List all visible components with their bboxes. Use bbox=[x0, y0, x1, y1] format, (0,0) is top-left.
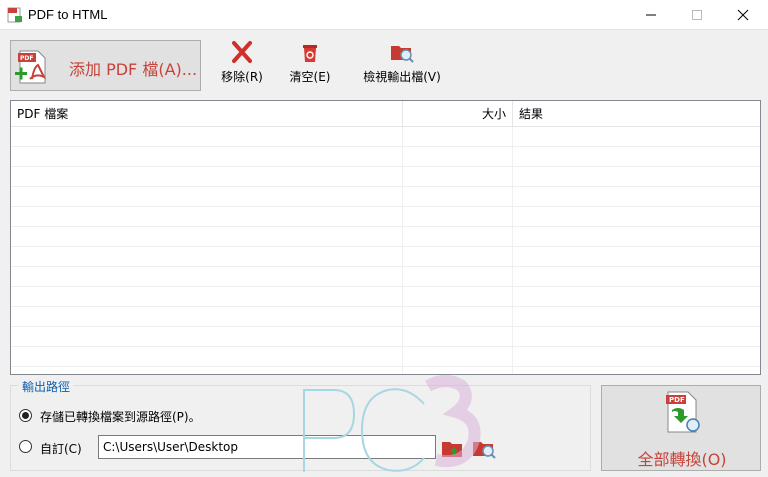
convert-pdf-icon: PDF bbox=[666, 391, 700, 433]
column-header-size[interactable]: 大小 bbox=[402, 101, 512, 127]
remove-icon bbox=[232, 41, 252, 63]
file-list[interactable]: PDF 檔案 大小 結果 bbox=[10, 100, 761, 375]
source-path-label[interactable]: 存儲已轉換檔案到源路徑(P)。 bbox=[40, 408, 201, 425]
pc3-watermark bbox=[303, 375, 481, 472]
empty-row bbox=[11, 327, 760, 347]
add-pdf-icon: PDF bbox=[15, 50, 47, 84]
empty-row bbox=[11, 287, 760, 307]
empty-row bbox=[11, 227, 760, 247]
empty-row bbox=[11, 147, 760, 167]
maximize-icon bbox=[692, 10, 702, 20]
recycle-bin-icon bbox=[303, 45, 317, 62]
toolbar: PDF 添加 PDF 檔(A)... 移除(R) 清空(E) 檢視輸出檔(V) bbox=[0, 31, 768, 97]
clear-button[interactable]: 清空(E) bbox=[286, 40, 334, 85]
minimize-button[interactable] bbox=[628, 0, 674, 30]
column-header-pdf-file[interactable]: PDF 檔案 bbox=[11, 101, 402, 127]
custom-path-radio[interactable] bbox=[19, 440, 32, 453]
clear-label: 清空(E) bbox=[289, 70, 331, 84]
empty-row bbox=[11, 267, 760, 287]
source-path-radio[interactable] bbox=[19, 409, 32, 422]
folder-search-icon bbox=[391, 46, 414, 63]
add-pdf-button[interactable]: PDF 添加 PDF 檔(A)... bbox=[10, 40, 201, 91]
empty-row bbox=[11, 307, 760, 327]
remove-label: 移除(R) bbox=[221, 70, 263, 84]
column-header-result[interactable]: 結果 bbox=[512, 101, 760, 127]
view-output-label: 檢視輸出檔(V) bbox=[363, 70, 441, 84]
empty-row bbox=[11, 127, 760, 147]
window-title: PDF to HTML bbox=[28, 7, 108, 22]
empty-row bbox=[11, 167, 760, 187]
svg-text:PDF: PDF bbox=[20, 55, 33, 62]
remove-button[interactable]: 移除(R) bbox=[218, 40, 266, 85]
minimize-icon bbox=[646, 14, 656, 16]
empty-row bbox=[11, 187, 760, 207]
empty-row bbox=[11, 247, 760, 267]
close-icon bbox=[737, 9, 749, 21]
add-pdf-label: 添加 PDF 檔(A)... bbox=[69, 60, 198, 79]
title-bar: PDF to HTML bbox=[0, 0, 768, 30]
file-list-rows bbox=[11, 127, 760, 367]
app-icon bbox=[7, 7, 22, 23]
maximize-button[interactable] bbox=[674, 0, 720, 30]
svg-text:PDF: PDF bbox=[669, 396, 685, 404]
empty-row bbox=[11, 207, 760, 227]
empty-row bbox=[11, 347, 760, 367]
close-button[interactable] bbox=[720, 0, 766, 30]
file-list-header: PDF 檔案 大小 結果 bbox=[11, 101, 760, 127]
convert-all-button[interactable]: PDF 全部轉換(O) bbox=[601, 385, 761, 471]
output-path-title: 輸出路徑 bbox=[19, 378, 74, 395]
convert-all-label: 全部轉換(O) bbox=[637, 450, 727, 469]
custom-path-label[interactable]: 自訂(C) bbox=[40, 440, 82, 457]
view-output-button[interactable]: 檢視輸出檔(V) bbox=[356, 40, 448, 85]
